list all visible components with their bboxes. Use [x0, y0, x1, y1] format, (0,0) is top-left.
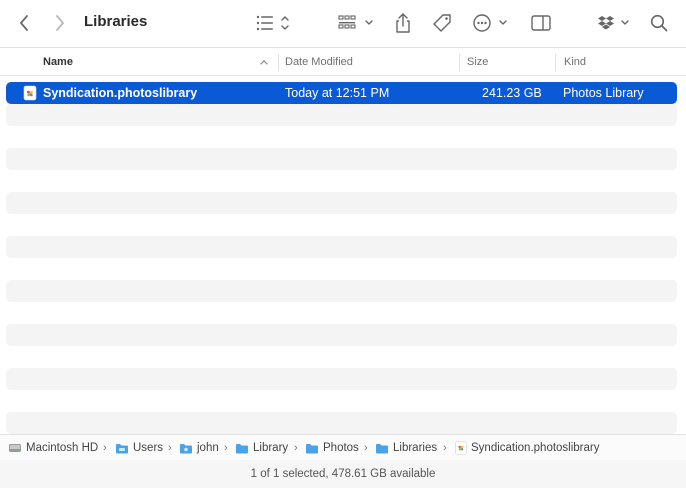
folder-icon: [376, 443, 388, 453]
file-date: Today at 12:51 PM: [285, 86, 390, 100]
column-date-modified[interactable]: Date Modified: [285, 49, 353, 76]
folder-icon: [236, 443, 248, 453]
column-divider[interactable]: [555, 54, 556, 71]
empty-row: [6, 192, 677, 214]
status-bar: 1 of 1 selected, 478.61 GB available: [0, 460, 686, 488]
empty-row: [6, 412, 677, 434]
path-item-libraries[interactable]: Libraries: [375, 435, 437, 461]
column-header: Name Date Modified Size Kind: [0, 49, 686, 76]
chevron-right-icon: [56, 15, 64, 31]
ellipsis-circle-icon: [473, 14, 507, 32]
folder-icon: [180, 443, 192, 453]
column-size[interactable]: Size: [467, 49, 488, 76]
photos-library-icon: [455, 441, 467, 455]
list-view-icon: [256, 15, 289, 31]
share-icon: [396, 13, 410, 33]
search-button[interactable]: [648, 12, 670, 34]
path-item-photos[interactable]: Photos: [305, 435, 359, 461]
empty-row: [6, 368, 677, 390]
share-button[interactable]: [393, 12, 413, 34]
column-divider[interactable]: [278, 54, 279, 71]
column-divider[interactable]: [459, 54, 460, 71]
path-item-john[interactable]: john: [179, 435, 219, 461]
file-size: 241.23 GB: [482, 86, 542, 100]
path-separator: ›: [224, 442, 228, 454]
path-separator: ›: [443, 442, 447, 454]
column-name[interactable]: Name: [43, 49, 73, 76]
file-name: Syndication.photoslibrary: [43, 86, 198, 100]
file-row-selected[interactable]: Syndication.photoslibrary Today at 12:51…: [6, 82, 677, 104]
path-item-macintosh-hd[interactable]: Macintosh HD: [8, 435, 98, 461]
path-item-users[interactable]: Users: [115, 435, 163, 461]
file-kind: Photos Library: [563, 86, 644, 100]
grid-group-icon: [338, 15, 373, 29]
path-bar: Macintosh HD › Users › john › Library › …: [0, 434, 686, 460]
path-separator: ›: [294, 442, 298, 454]
window-title: Libraries: [84, 13, 148, 30]
toolbar: Libraries: [0, 0, 686, 48]
group-button[interactable]: [336, 12, 376, 34]
path-item-syndication[interactable]: Syndication.photoslibrary: [455, 435, 600, 461]
empty-row: [6, 104, 677, 126]
dropbox-button[interactable]: [596, 12, 632, 34]
chevron-left-icon: [20, 15, 28, 31]
empty-row: [6, 148, 677, 170]
path-separator: ›: [168, 442, 172, 454]
view-options-button[interactable]: [253, 12, 293, 34]
empty-row: [6, 236, 677, 258]
forward-button[interactable]: [50, 12, 70, 34]
folder-icon: [116, 443, 128, 453]
empty-row: [6, 324, 677, 346]
search-icon: [650, 14, 668, 32]
tag-icon: [433, 14, 451, 32]
folder-icon: [306, 443, 318, 453]
column-kind[interactable]: Kind: [564, 49, 586, 76]
empty-row: [6, 280, 677, 302]
dropbox-icon: [598, 16, 629, 30]
back-button[interactable]: [14, 12, 34, 34]
preview-pane-button[interactable]: [530, 12, 552, 34]
sidebar-right-icon: [531, 15, 551, 31]
path-separator: ›: [364, 442, 368, 454]
tag-button[interactable]: [431, 12, 453, 34]
sort-ascending-icon: [260, 60, 268, 65]
path-separator: ›: [103, 442, 107, 454]
more-actions-button[interactable]: [472, 12, 510, 34]
hard-drive-icon: [9, 444, 21, 452]
path-item-library[interactable]: Library: [235, 435, 288, 461]
